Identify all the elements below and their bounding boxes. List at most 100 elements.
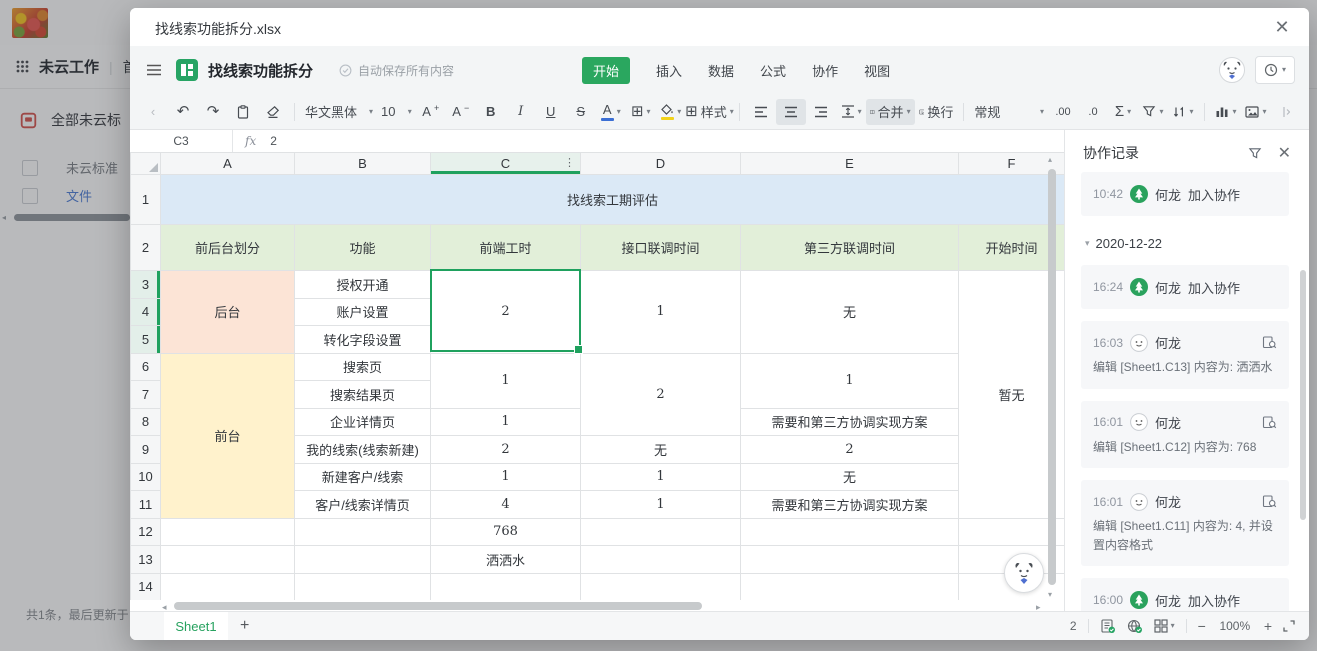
row-header-14[interactable]: 14: [131, 573, 161, 600]
view-record-icon[interactable]: [1262, 415, 1277, 430]
chart-icon[interactable]: ▾: [1211, 99, 1241, 125]
decrease-decimal-icon[interactable]: .0: [1078, 99, 1108, 125]
row-header-7[interactable]: 7: [131, 381, 161, 409]
cell-C3[interactable]: 2: [431, 271, 581, 354]
cell-D3[interactable]: 1: [581, 271, 741, 354]
cell-style-icon[interactable]: ⊞样式▾: [686, 99, 733, 125]
add-sheet-button[interactable]: +: [240, 612, 249, 640]
font-color-icon[interactable]: A ▾: [596, 99, 626, 125]
cell[interactable]: [581, 546, 741, 574]
col-header-A[interactable]: A: [161, 153, 295, 175]
row-header-3[interactable]: 3: [131, 271, 161, 299]
select-all-corner[interactable]: [131, 153, 161, 175]
cell-E6[interactable]: 1: [741, 353, 959, 408]
tab-formula[interactable]: 公式: [760, 61, 786, 80]
font-decrease-icon[interactable]: A−: [446, 99, 476, 125]
redo-icon[interactable]: ↷: [198, 99, 228, 125]
filter-icon[interactable]: ▾: [1138, 99, 1168, 125]
increase-decimal-icon[interactable]: .00: [1048, 99, 1078, 125]
number-format-select[interactable]: 常规 ▾: [970, 99, 1048, 125]
tab-start[interactable]: 开始: [582, 57, 630, 84]
row-header-4[interactable]: 4: [131, 298, 161, 326]
cell[interactable]: [295, 573, 431, 600]
row-header-13[interactable]: 13: [131, 546, 161, 574]
cell-A2[interactable]: 前后台划分: [161, 225, 295, 271]
align-left-icon[interactable]: [746, 99, 776, 125]
tab-insert[interactable]: 插入: [656, 61, 682, 80]
formula-input[interactable]: 2: [270, 134, 277, 148]
scroll-down-icon[interactable]: ▾: [1048, 590, 1052, 599]
fullscreen-icon[interactable]: [1283, 620, 1295, 632]
cell[interactable]: [295, 546, 431, 574]
image-icon[interactable]: ▾: [1241, 99, 1271, 125]
cell[interactable]: [741, 518, 959, 546]
row-header-9[interactable]: 9: [131, 436, 161, 464]
zoom-in-button[interactable]: +: [1264, 618, 1272, 634]
strikethrough-icon[interactable]: S: [566, 99, 596, 125]
font-family-select[interactable]: 华文黑体 ▾: [301, 99, 377, 125]
cell[interactable]: [741, 546, 959, 574]
cell[interactable]: [581, 518, 741, 546]
panel-filter-icon[interactable]: [1248, 147, 1262, 160]
sum-icon[interactable]: Σ▾: [1108, 99, 1138, 125]
cell[interactable]: [741, 573, 959, 600]
merge-cells-icon[interactable]: 合并 ▾: [866, 99, 915, 125]
activity-entry[interactable]: 10:42 何龙 加入协作: [1081, 172, 1289, 216]
horizontal-scrollbar-thumb[interactable]: [174, 602, 702, 610]
cell-A6[interactable]: 前台: [161, 353, 295, 518]
vertical-scrollbar[interactable]: ▴ ▾: [1047, 155, 1057, 599]
sheet-tab[interactable]: Sheet1: [164, 612, 228, 640]
col-header-C[interactable]: C⋮: [431, 153, 581, 175]
col-header-D[interactable]: D: [581, 153, 741, 175]
cell-A3[interactable]: 后台: [161, 271, 295, 354]
borders-icon[interactable]: ⊞▾: [626, 99, 656, 125]
col-header-E[interactable]: E: [741, 153, 959, 175]
cell[interactable]: [431, 573, 581, 600]
doc-synced-icon[interactable]: [1100, 619, 1116, 634]
cell[interactable]: [161, 546, 295, 574]
close-icon[interactable]: ✕: [1271, 16, 1293, 38]
format-painter-icon[interactable]: [258, 99, 288, 125]
scroll-up-icon[interactable]: ▴: [1048, 155, 1052, 164]
panel-close-icon[interactable]: ✕: [1278, 143, 1291, 163]
cell-B5[interactable]: 转化字段设置: [295, 326, 431, 354]
row-header-5[interactable]: 5: [131, 326, 161, 354]
cell-B3[interactable]: 授权开通: [295, 271, 431, 299]
underline-icon[interactable]: U: [536, 99, 566, 125]
tab-view[interactable]: 视图: [864, 61, 890, 80]
zoom-out-button[interactable]: −: [1198, 618, 1206, 634]
activity-entry[interactable]: 16:01 何龙 编辑 [Sheet1.C11] 内容为: 4, 并设置内容格式: [1081, 480, 1289, 566]
cell-E8[interactable]: 需要和第三方协调实现方案: [741, 408, 959, 436]
cell-C10[interactable]: 1: [431, 463, 581, 491]
activity-entry[interactable]: 16:03 何龙 编辑 [Sheet1.C13] 内容为: 洒洒水: [1081, 321, 1289, 389]
cell-C13[interactable]: 洒洒水: [431, 546, 581, 574]
bold-icon[interactable]: B: [476, 99, 506, 125]
cell-B2[interactable]: 功能: [295, 225, 431, 271]
network-status-icon[interactable]: [1127, 619, 1143, 634]
cell-B10[interactable]: 新建客户/线索: [295, 463, 431, 491]
vertical-scrollbar-thumb[interactable]: [1048, 169, 1056, 585]
cell-B8[interactable]: 企业详情页: [295, 408, 431, 436]
row-header-12[interactable]: 12: [131, 518, 161, 546]
cell-D6[interactable]: 2: [581, 353, 741, 436]
cell-A1-title[interactable]: 找线索工期评估: [161, 175, 1065, 225]
fill-color-icon[interactable]: ▾: [656, 99, 686, 125]
more-tools-icon[interactable]: [1271, 99, 1301, 125]
cell-E10[interactable]: 无: [741, 463, 959, 491]
paste-icon[interactable]: [228, 99, 258, 125]
row-header-8[interactable]: 8: [131, 408, 161, 436]
cell-C12[interactable]: 768: [431, 518, 581, 546]
cell[interactable]: [161, 573, 295, 600]
align-right-icon[interactable]: [806, 99, 836, 125]
col-header-B[interactable]: B: [295, 153, 431, 175]
row-header-6[interactable]: 6: [131, 353, 161, 381]
font-size-select[interactable]: 10 ▾: [377, 99, 416, 125]
row-header-10[interactable]: 10: [131, 463, 161, 491]
align-center-icon[interactable]: [776, 99, 806, 125]
activity-entry[interactable]: 16:00 何龙 加入协作: [1081, 578, 1289, 612]
tab-collab[interactable]: 协作: [812, 61, 838, 80]
history-button[interactable]: ▾: [1255, 56, 1295, 84]
hamburger-menu-icon[interactable]: [146, 64, 162, 76]
activity-entry[interactable]: 16:24 何龙 加入协作: [1081, 265, 1289, 309]
view-record-icon[interactable]: [1262, 335, 1277, 350]
